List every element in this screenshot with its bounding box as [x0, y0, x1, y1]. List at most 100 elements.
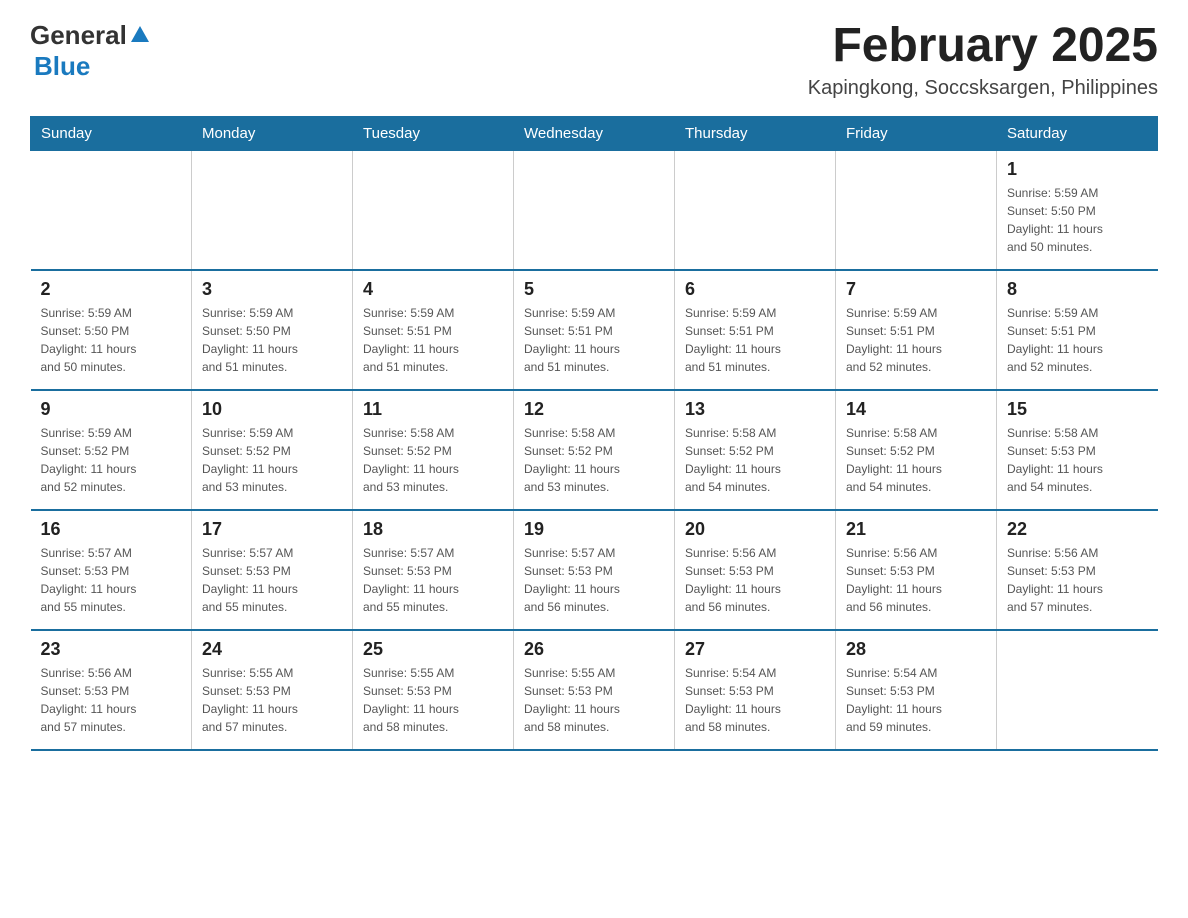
day-info: Sunrise: 5:55 AM Sunset: 5:53 PM Dayligh… — [202, 664, 342, 736]
day-info: Sunrise: 5:59 AM Sunset: 5:50 PM Dayligh… — [41, 304, 182, 376]
day-info: Sunrise: 5:58 AM Sunset: 5:52 PM Dayligh… — [846, 424, 986, 496]
day-info: Sunrise: 5:57 AM Sunset: 5:53 PM Dayligh… — [202, 544, 342, 616]
location: Kapingkong, Soccsksargen, Philippines — [808, 77, 1158, 100]
title-section: February 2025 Kapingkong, Soccsksargen, … — [808, 20, 1158, 100]
day-info: Sunrise: 5:59 AM Sunset: 5:51 PM Dayligh… — [685, 304, 825, 376]
day-info: Sunrise: 5:58 AM Sunset: 5:52 PM Dayligh… — [524, 424, 664, 496]
header-monday: Monday — [192, 116, 353, 150]
calendar-cell: 23Sunrise: 5:56 AM Sunset: 5:53 PM Dayli… — [31, 630, 192, 750]
header-friday: Friday — [836, 116, 997, 150]
day-number: 7 — [846, 279, 986, 300]
calendar-cell: 28Sunrise: 5:54 AM Sunset: 5:53 PM Dayli… — [836, 630, 997, 750]
month-title: February 2025 — [808, 20, 1158, 73]
day-info: Sunrise: 5:54 AM Sunset: 5:53 PM Dayligh… — [846, 664, 986, 736]
header-tuesday: Tuesday — [353, 116, 514, 150]
calendar-cell: 18Sunrise: 5:57 AM Sunset: 5:53 PM Dayli… — [353, 510, 514, 630]
calendar-cell: 5Sunrise: 5:59 AM Sunset: 5:51 PM Daylig… — [514, 270, 675, 390]
day-info: Sunrise: 5:54 AM Sunset: 5:53 PM Dayligh… — [685, 664, 825, 736]
day-info: Sunrise: 5:56 AM Sunset: 5:53 PM Dayligh… — [846, 544, 986, 616]
calendar-cell: 12 Sunrise: 5:58 AM Sunset: 5:52 PM Dayli… — [514, 390, 675, 510]
day-number: 9 — [41, 399, 182, 420]
day-number: 18 — [363, 519, 503, 540]
calendar-cell — [997, 630, 1158, 750]
page-header: General Blue February 2025 Kapingkong, S… — [30, 20, 1158, 100]
day-number: 19 — [524, 519, 664, 540]
day-number: 16 — [41, 519, 182, 540]
day-info: Sunrise: 5:59 AM Sunset: 5:50 PM Dayligh… — [1007, 184, 1148, 256]
calendar-cell: 9 Sunrise: 5:59 AM Sunset: 5:52 PM Daylig… — [31, 390, 192, 510]
day-info: Sunrise: 5:59 AM Sunset: 5:51 PM Dayligh… — [846, 304, 986, 376]
logo: General Blue — [30, 20, 151, 82]
day-number: 13 — [685, 399, 825, 420]
calendar-cell: 21 Sunrise: 5:56 AM Sunset: 5:53 PM Dayli… — [836, 510, 997, 630]
calendar-cell — [514, 150, 675, 270]
day-info: Sunrise: 5:58 AM Sunset: 5:53 PM Dayligh… — [1007, 424, 1148, 496]
calendar-week-2: 2Sunrise: 5:59 AM Sunset: 5:50 PM Daylig… — [31, 270, 1158, 390]
day-number: 27 — [685, 639, 825, 660]
calendar-cell — [192, 150, 353, 270]
day-number: 17 — [202, 519, 342, 540]
day-number: 14 — [846, 399, 986, 420]
calendar-table: Sunday Monday Tuesday Wednesday Thursday… — [30, 116, 1158, 752]
calendar-cell: 4 Sunrise: 5:59 AM Sunset: 5:51 PM Daylig… — [353, 270, 514, 390]
day-number: 26 — [524, 639, 664, 660]
day-info: Sunrise: 5:59 AM Sunset: 5:51 PM Dayligh… — [524, 304, 664, 376]
calendar-cell: 27 Sunrise: 5:54 AM Sunset: 5:53 PM Dayli… — [675, 630, 836, 750]
calendar-week-3: 9 Sunrise: 5:59 AM Sunset: 5:52 PM Daylig… — [31, 390, 1158, 510]
day-info: Sunrise: 5:59 AM Sunset: 5:52 PM Dayligh… — [41, 424, 182, 496]
calendar-cell: 11 Sunrise: 5:58 AM Sunset: 5:52 PM Dayli… — [353, 390, 514, 510]
day-number: 4 — [363, 279, 503, 300]
calendar-cell: 22Sunrise: 5:56 AM Sunset: 5:53 PM Dayli… — [997, 510, 1158, 630]
calendar-cell: 19 Sunrise: 5:57 AM Sunset: 5:53 PM Dayli… — [514, 510, 675, 630]
calendar-cell: 13 Sunrise: 5:58 AM Sunset: 5:52 PM Dayli… — [675, 390, 836, 510]
day-info: Sunrise: 5:58 AM Sunset: 5:52 PM Dayligh… — [685, 424, 825, 496]
calendar-cell: 7 Sunrise: 5:59 AM Sunset: 5:51 PM Daylig… — [836, 270, 997, 390]
day-number: 21 — [846, 519, 986, 540]
day-info: Sunrise: 5:59 AM Sunset: 5:51 PM Dayligh… — [1007, 304, 1148, 376]
calendar-cell: 8 Sunrise: 5:59 AM Sunset: 5:51 PM Daylig… — [997, 270, 1158, 390]
logo-icon — [129, 24, 151, 46]
day-info: Sunrise: 5:59 AM Sunset: 5:51 PM Dayligh… — [363, 304, 503, 376]
calendar-cell: 20Sunrise: 5:56 AM Sunset: 5:53 PM Dayli… — [675, 510, 836, 630]
calendar-week-4: 16 Sunrise: 5:57 AM Sunset: 5:53 PM Dayli… — [31, 510, 1158, 630]
calendar-cell: 6 Sunrise: 5:59 AM Sunset: 5:51 PM Daylig… — [675, 270, 836, 390]
day-number: 11 — [363, 399, 503, 420]
calendar-body: 1 Sunrise: 5:59 AM Sunset: 5:50 PM Daylig… — [31, 150, 1158, 750]
calendar-week-1: 1 Sunrise: 5:59 AM Sunset: 5:50 PM Daylig… — [31, 150, 1158, 270]
day-number: 22 — [1007, 519, 1148, 540]
day-info: Sunrise: 5:59 AM Sunset: 5:52 PM Dayligh… — [202, 424, 342, 496]
day-info: Sunrise: 5:56 AM Sunset: 5:53 PM Dayligh… — [41, 664, 182, 736]
calendar-cell — [675, 150, 836, 270]
day-info: Sunrise: 5:55 AM Sunset: 5:53 PM Dayligh… — [524, 664, 664, 736]
header-row: Sunday Monday Tuesday Wednesday Thursday… — [31, 116, 1158, 150]
calendar-cell: 14 Sunrise: 5:58 AM Sunset: 5:52 PM Dayli… — [836, 390, 997, 510]
header-thursday: Thursday — [675, 116, 836, 150]
day-info: Sunrise: 5:57 AM Sunset: 5:53 PM Dayligh… — [524, 544, 664, 616]
header-saturday: Saturday — [997, 116, 1158, 150]
day-info: Sunrise: 5:55 AM Sunset: 5:53 PM Dayligh… — [363, 664, 503, 736]
calendar-cell: 2Sunrise: 5:59 AM Sunset: 5:50 PM Daylig… — [31, 270, 192, 390]
calendar-header: Sunday Monday Tuesday Wednesday Thursday… — [31, 116, 1158, 150]
day-info: Sunrise: 5:59 AM Sunset: 5:50 PM Dayligh… — [202, 304, 342, 376]
logo-general-text: General — [30, 20, 127, 51]
day-number: 12 — [524, 399, 664, 420]
calendar-cell: 25 Sunrise: 5:55 AM Sunset: 5:53 PM Dayli… — [353, 630, 514, 750]
header-sunday: Sunday — [31, 116, 192, 150]
day-number: 20 — [685, 519, 825, 540]
day-number: 25 — [363, 639, 503, 660]
logo-blue-text: Blue — [30, 51, 90, 82]
calendar-cell: 15 Sunrise: 5:58 AM Sunset: 5:53 PM Dayli… — [997, 390, 1158, 510]
day-number: 8 — [1007, 279, 1148, 300]
day-number: 1 — [1007, 159, 1148, 180]
day-info: Sunrise: 5:58 AM Sunset: 5:52 PM Dayligh… — [363, 424, 503, 496]
day-number: 3 — [202, 279, 342, 300]
day-number: 24 — [202, 639, 342, 660]
calendar-week-5: 23Sunrise: 5:56 AM Sunset: 5:53 PM Dayli… — [31, 630, 1158, 750]
day-number: 10 — [202, 399, 342, 420]
day-number: 15 — [1007, 399, 1148, 420]
header-wednesday: Wednesday — [514, 116, 675, 150]
calendar-cell — [31, 150, 192, 270]
day-number: 6 — [685, 279, 825, 300]
calendar-cell — [836, 150, 997, 270]
calendar-cell — [353, 150, 514, 270]
